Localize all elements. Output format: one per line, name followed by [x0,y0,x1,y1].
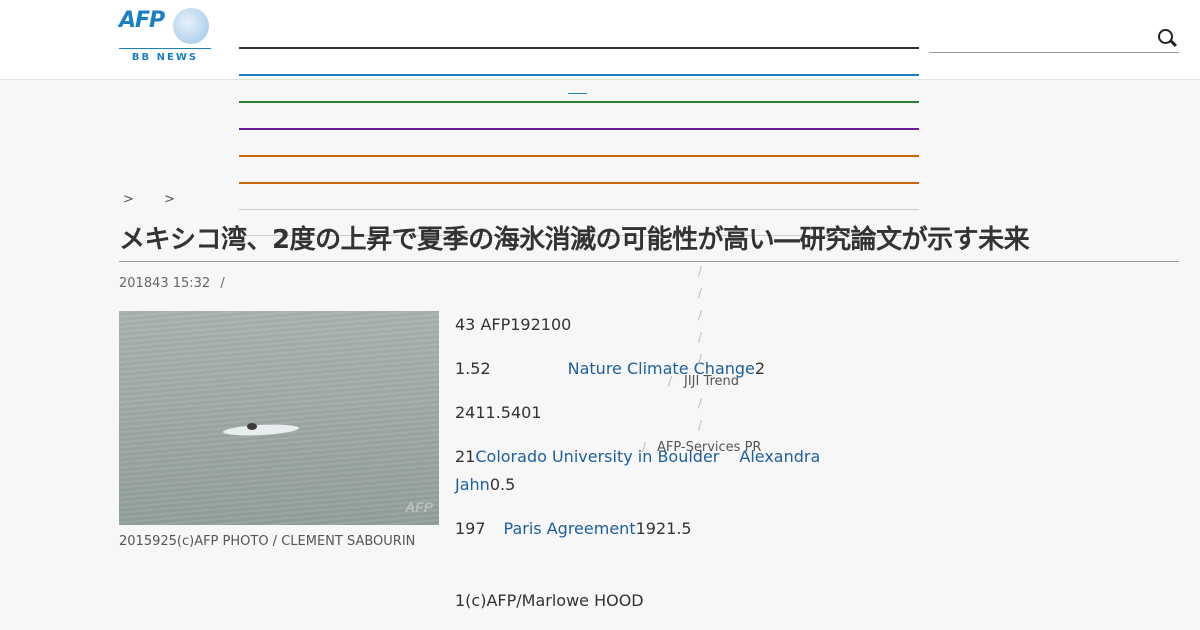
sidebar-separator: / [698,396,703,410]
date-separator: / [220,276,225,291]
nav-menu-line-5[interactable] [239,155,919,157]
logo-divider [119,48,211,49]
sidebar-separator: / [698,264,703,278]
paragraph-4: 21Colorado University in Boulder Alexandr… [455,443,820,471]
photo-caption: 2015925(c)AFP PHOTO / CLEMENT SABOURIN [119,534,416,549]
paragraph-1: 43 AFP192100 [455,311,571,339]
agreement-link[interactable]: Paris Agreement [504,519,636,538]
nav-menu-line-4[interactable] [239,128,919,130]
nav-menu-line-3[interactable] [239,101,919,103]
paragraph-3: 2411.5401 [455,399,542,427]
nav-menu-link-marker[interactable] [568,93,587,94]
breadcrumb: > > [123,192,201,207]
search-input[interactable] [929,25,1179,53]
search-icon[interactable] [1158,29,1173,44]
paragraph-text: 0.5 [489,475,516,494]
sidebar-separator: / [698,330,703,344]
paragraph-text: 21 [455,447,476,466]
paragraph-text: 1921.5 [635,519,692,538]
paragraph-text: 197 [455,519,486,538]
breadcrumb-separator: > [123,192,134,207]
sidebar-separator: / [668,374,673,388]
article-photo[interactable]: AFP [119,311,439,525]
sidebar-jiji-trend[interactable]: JIJI Trend [684,374,739,389]
logo-text: AFP [119,8,165,33]
nav-menu-line-6[interactable] [239,182,919,184]
article-date: 201843 15:32 [119,276,211,291]
site-header: AFP BB NEWS [0,0,1200,80]
logo-subtitle: BB NEWS [131,52,199,63]
title-divider [119,261,1179,262]
nav-menu-line-2[interactable] [239,74,919,76]
paragraph-text: 2 [754,359,766,378]
paragraph-text: 2411.5401 [455,403,542,422]
paragraph-text: 1(c)AFP/Marlowe HOOD [455,591,644,610]
breadcrumb-separator: > [164,192,175,207]
author-link-cont[interactable]: Jahn [455,475,490,494]
sidebar-separator: / [698,418,703,432]
paragraph-5: 197 Paris Agreement1921.5 [455,515,692,543]
nav-menu-line-1[interactable] [239,47,919,49]
globe-icon [173,8,209,44]
paragraph-text: 1.52 [455,359,491,378]
sidebar-separator: / [698,352,703,366]
paragraph-4-cont: Jahn0.5 [455,471,515,499]
article-dateline: 201843 15:32 / [119,276,225,291]
sidebar-afp-services[interactable]: AFP-Services PR [657,440,761,455]
afp-logo[interactable]: AFP BB NEWS [119,8,211,64]
nav-menu-line-7[interactable] [239,209,919,210]
paragraph-text: 43 AFP192100 [455,315,572,334]
page-title: メキシコ湾、2度の上昇で夏季の海氷消滅の可能性が高い―研究論文が示す未来 [119,225,1030,255]
paragraph-6: 1(c)AFP/Marlowe HOOD [455,587,644,615]
photo-watermark: AFP [405,499,433,515]
sidebar-separator: / [642,440,647,454]
sidebar-separator: / [698,308,703,322]
seal-figure [247,423,257,430]
photo-water-texture [119,311,439,525]
sidebar-separator: / [698,286,703,300]
